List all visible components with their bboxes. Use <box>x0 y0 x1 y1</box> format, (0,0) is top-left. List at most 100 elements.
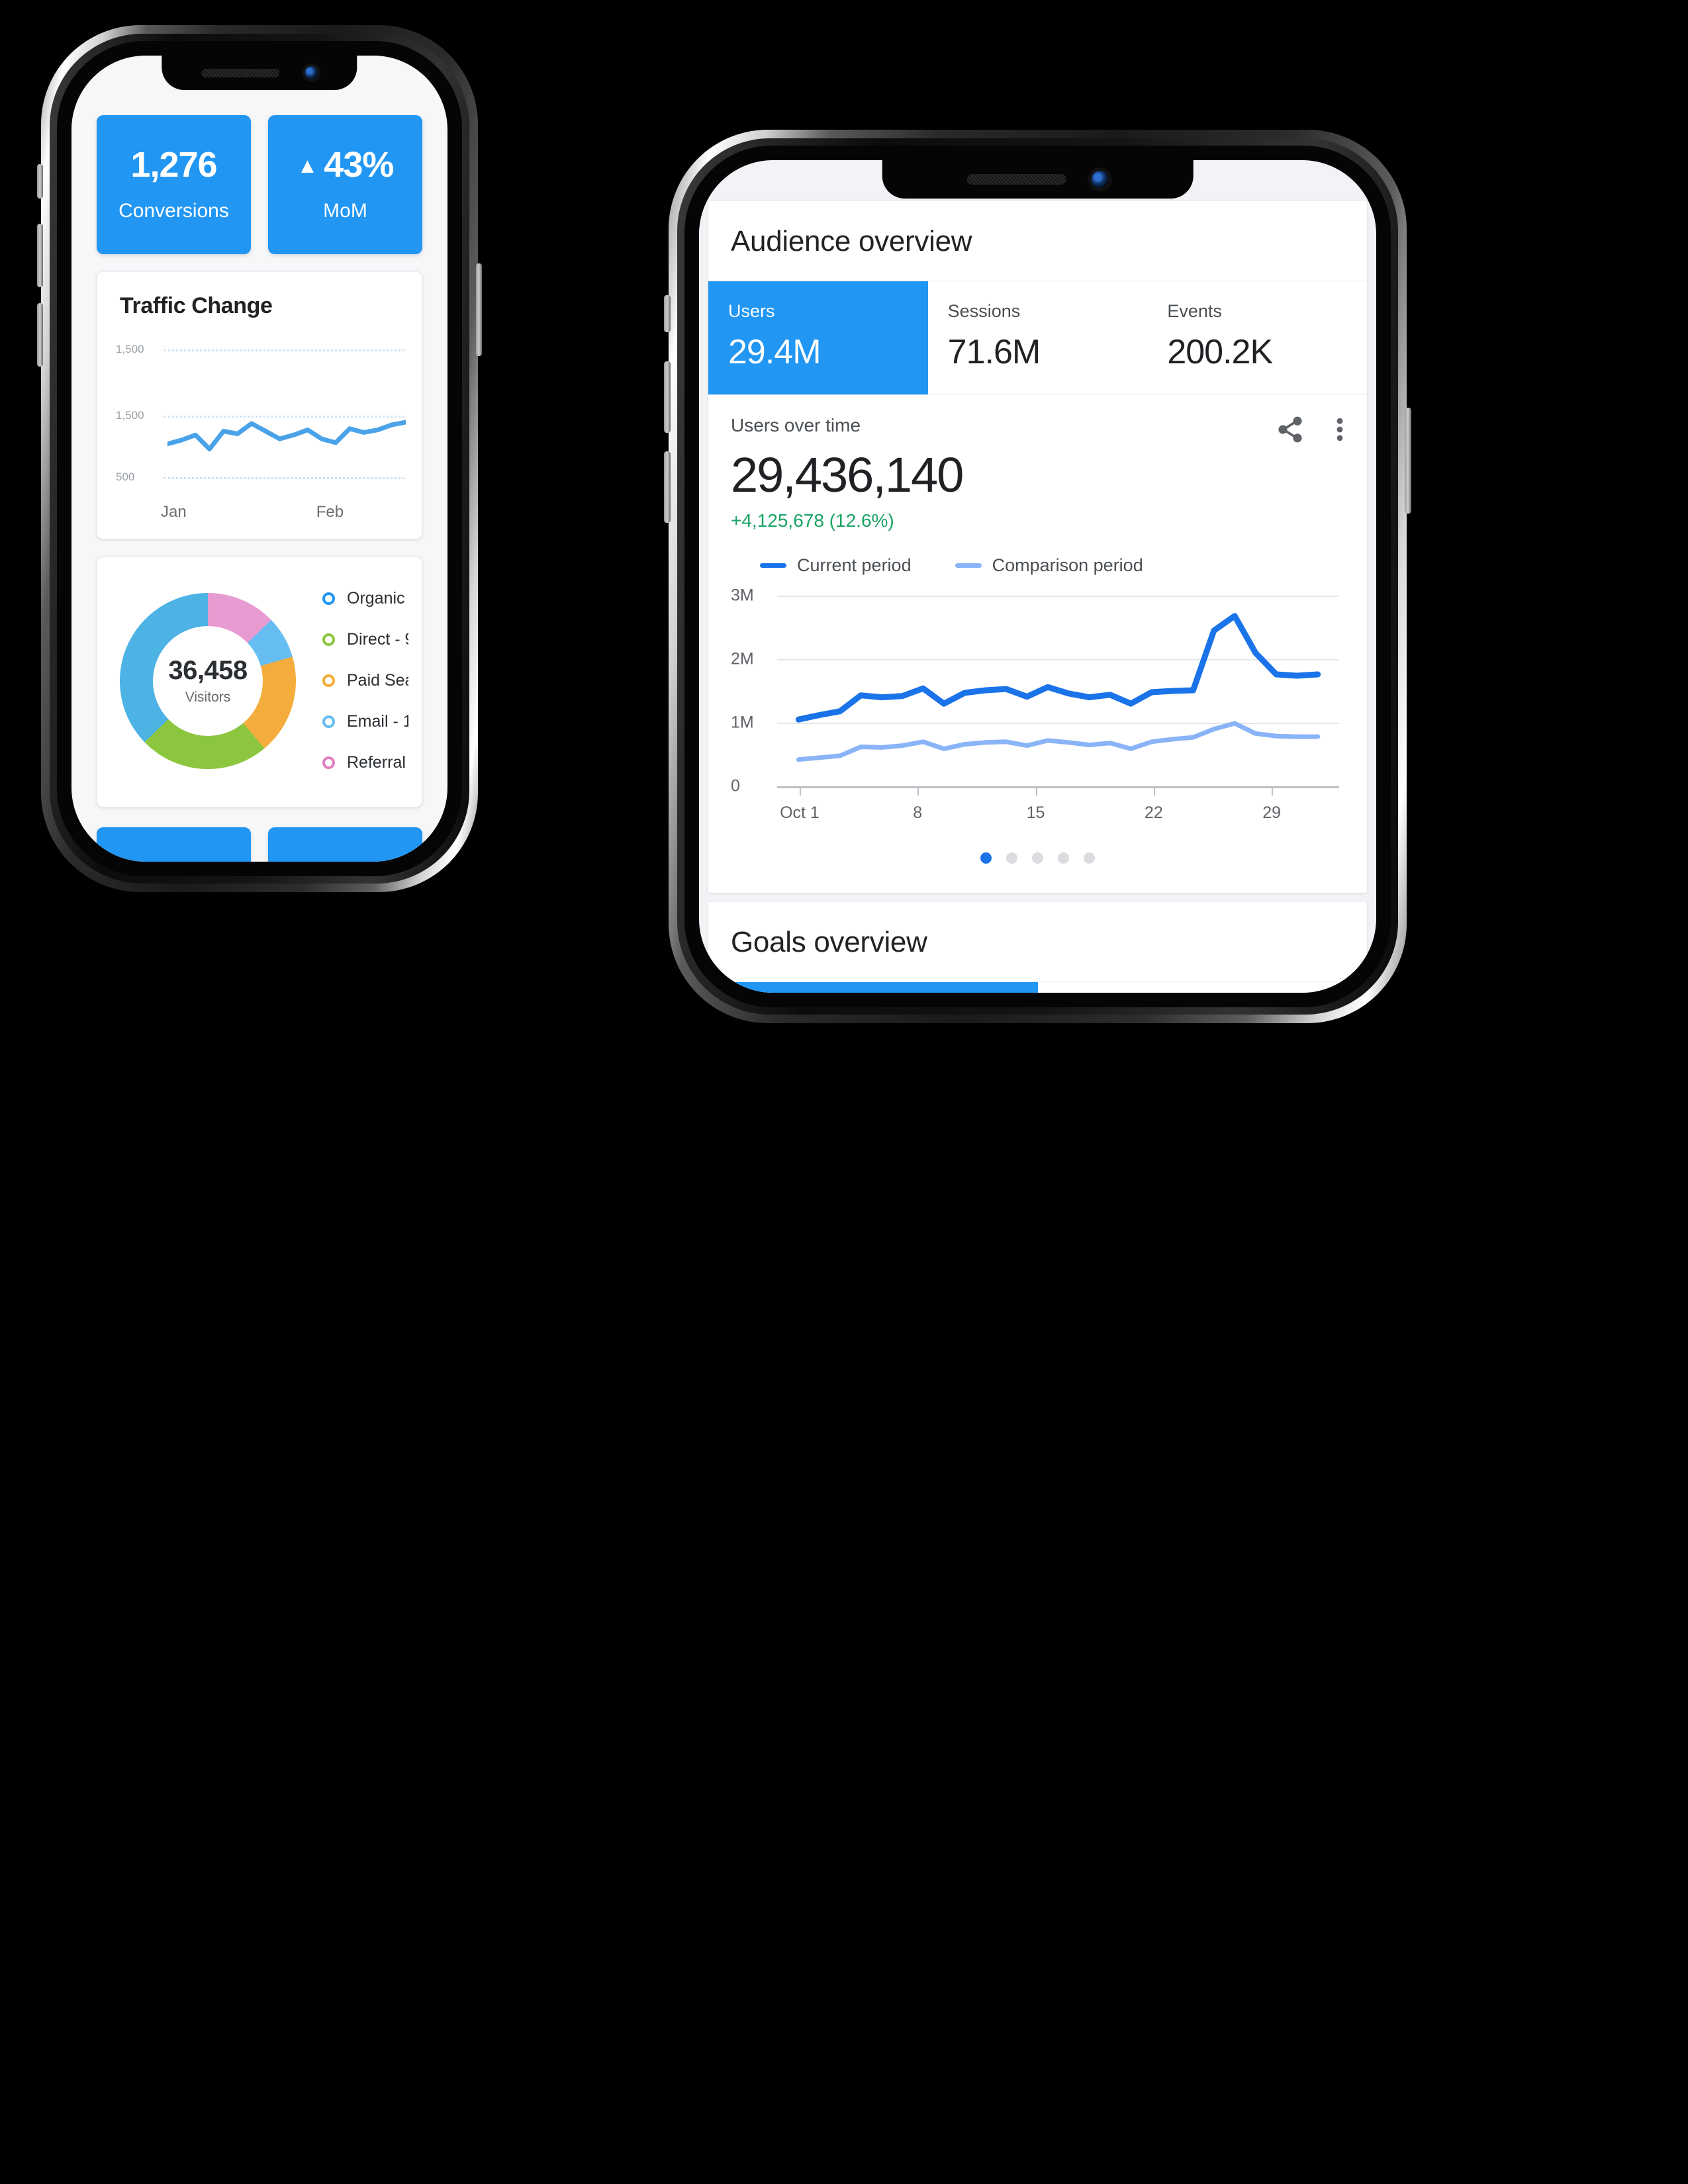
users-over-time-section: Users over time 29,436,140 +4,125,678 (1… <box>708 395 1367 893</box>
goals-metric-tabs: Goal conversion rate 18.7% Goal completi… <box>708 982 1367 993</box>
volume-down-button[interactable] <box>664 451 671 523</box>
legend-item[interactable]: Paid Sea <box>322 671 408 690</box>
legend-line-swatch <box>760 563 786 568</box>
phone-screen-back: 1,276 Conversions ▲ 43% MoM Traffic Chang… <box>71 56 447 862</box>
kpi-card-mom[interactable]: ▲ 43% MoM <box>268 115 422 254</box>
metric-tab-users[interactable]: Users 29.4M <box>708 281 928 394</box>
legend-label: Organic S <box>347 589 408 608</box>
volume-up-button[interactable] <box>664 361 671 433</box>
legend-color-dot <box>322 715 335 728</box>
chart-actions <box>1276 415 1344 444</box>
mute-switch[interactable] <box>37 164 43 199</box>
pagination-dot[interactable] <box>1084 852 1095 864</box>
x-tick-label: 8 <box>913 803 923 822</box>
card-title: Traffic Change <box>120 293 273 318</box>
more-vert-icon[interactable] <box>1335 415 1344 444</box>
carousel-pagination[interactable] <box>731 830 1344 881</box>
traffic-line-path <box>167 335 406 500</box>
phone-notch <box>882 160 1194 199</box>
legend-label: Email - 1 <box>347 712 408 731</box>
kpi-label: Conversions <box>118 200 229 222</box>
users-total-value: 29,436,140 <box>731 447 964 502</box>
pagination-dot[interactable] <box>1058 852 1069 864</box>
users-over-time-title: Users over time <box>731 415 861 435</box>
users-line-paths <box>777 590 1339 786</box>
donut-row: 36,458 Visitors Organic S <box>97 557 422 807</box>
kpi-value-text: 43% <box>324 145 394 185</box>
x-axis-labels: Jan Feb <box>97 503 422 539</box>
goals-overview-card[interactable]: Goals overview Goal conversion rate 18.7… <box>708 902 1367 993</box>
y-axis-label: 1,500 <box>116 343 144 355</box>
kpi-value: ▲ 43% <box>297 145 395 185</box>
screenshot-stage: 1,276 Conversions ▲ 43% MoM Traffic Chang… <box>0 0 1688 2184</box>
y-axis-label: 0 <box>731 776 740 796</box>
legend-item[interactable]: Email - 1 <box>322 712 408 731</box>
pagination-dot[interactable] <box>980 852 992 864</box>
x-tick-label: 29 <box>1262 803 1282 822</box>
analytics-scroll-front[interactable]: Audience overview Users 29.4M Sessions 7… <box>699 160 1376 993</box>
phone-screen-front: Audience overview Users 29.4M Sessions 7… <box>699 160 1376 993</box>
traffic-change-card[interactable]: Traffic Change 1,500 1,500 500 Jan Feb <box>97 271 422 539</box>
power-button[interactable] <box>1405 408 1411 514</box>
metric-tab-goal-completions[interactable]: Goal completions 83 <box>1038 982 1368 993</box>
metric-tab-sessions[interactable]: Sessions 71.6M <box>928 281 1148 394</box>
x-tick-label: Feb <box>316 503 344 521</box>
metric-label: Sessions <box>947 301 1021 321</box>
line-chart-legend: Current period Comparison period <box>731 555 1344 576</box>
visitors-donut-chart: 36,458 Visitors <box>120 592 296 769</box>
kpi-row-bottom: 36,458 Visitors 5 % Ne <box>97 827 422 862</box>
y-axis-label: 1M <box>731 713 754 732</box>
earpiece-speaker <box>201 68 279 77</box>
donut-center-value: 36,458 <box>168 656 248 685</box>
share-icon[interactable] <box>1276 415 1305 444</box>
donut-center-caption: Visitors <box>185 690 231 705</box>
phone-device-back: 1,276 Conversions ▲ 43% MoM Traffic Chang… <box>37 25 482 892</box>
mute-switch[interactable] <box>664 295 671 332</box>
volume-down-button[interactable] <box>37 303 43 367</box>
x-tick-label: Jan <box>161 503 187 521</box>
goals-overview-title: Goals overview <box>731 926 927 958</box>
legend-line-swatch <box>955 563 982 568</box>
metric-label: Events <box>1167 301 1222 321</box>
legend-item[interactable]: Direct - 9 <box>322 630 408 649</box>
donut-legend: Organic S Direct - 9 Paid Sea <box>322 589 408 772</box>
metric-tab-goal-conversion-rate[interactable]: Goal conversion rate 18.7% <box>708 982 1038 993</box>
kpi-label: MoM <box>323 200 367 222</box>
audience-overview-title: Audience overview <box>731 225 972 257</box>
users-delta-value: +4,125,678 (12.6%) <box>731 510 894 531</box>
traffic-change-chart: 1,500 1,500 500 <box>104 335 415 500</box>
donut-center: 36,458 Visitors <box>153 625 263 736</box>
legend-label: Referral - <box>347 753 408 772</box>
volume-up-button[interactable] <box>37 224 43 287</box>
kpi-card-new-sessions[interactable]: 5 % Ne <box>268 827 422 862</box>
metric-value: 71.6M <box>947 333 1041 371</box>
x-axis-line <box>777 786 1339 788</box>
phone-notch <box>162 56 357 90</box>
metric-value: 29.4M <box>728 333 821 371</box>
y-axis-label: 1,500 <box>116 409 144 422</box>
kpi-card-visitors[interactable]: 36,458 Visitors <box>97 827 251 862</box>
legend-label: Comparison period <box>992 555 1143 575</box>
legend-item-comparison-period[interactable]: Comparison period <box>955 555 1143 576</box>
power-button[interactable] <box>476 263 482 356</box>
audience-metric-tabs: Users 29.4M Sessions 71.6M Events 200.2K <box>708 281 1367 394</box>
trend-up-icon: ▲ <box>297 154 318 177</box>
kpi-row-top: 1,276 Conversions ▲ 43% MoM <box>97 115 422 254</box>
legend-item-current-period[interactable]: Current period <box>760 555 912 576</box>
pagination-dot[interactable] <box>1006 852 1017 864</box>
metric-label: Users <box>728 301 775 321</box>
legend-label: Direct - 9 <box>347 630 408 649</box>
audience-overview-card[interactable]: Audience overview Users 29.4M Sessions 7… <box>708 201 1367 893</box>
x-axis-labels: Oct 1 8 15 22 29 <box>777 803 1339 830</box>
dashboard-scroll-back[interactable]: 1,276 Conversions ▲ 43% MoM Traffic Chang… <box>71 56 447 862</box>
legend-item[interactable]: Organic S <box>322 589 408 608</box>
users-over-time-chart: 3M 2M 1M 0 <box>731 586 1344 796</box>
pagination-dot[interactable] <box>1032 852 1043 864</box>
visitors-channel-card[interactable]: 36,458 Visitors Organic S <box>97 557 422 807</box>
phone-device-front: Audience overview Users 29.4M Sessions 7… <box>664 130 1411 1023</box>
metric-tab-events[interactable]: Events 200.2K <box>1147 281 1367 394</box>
legend-item[interactable]: Referral - <box>322 753 408 772</box>
y-axis-label: 500 <box>116 471 135 483</box>
y-axis-label: 3M <box>731 586 754 605</box>
kpi-card-conversions[interactable]: 1,276 Conversions <box>97 115 251 254</box>
